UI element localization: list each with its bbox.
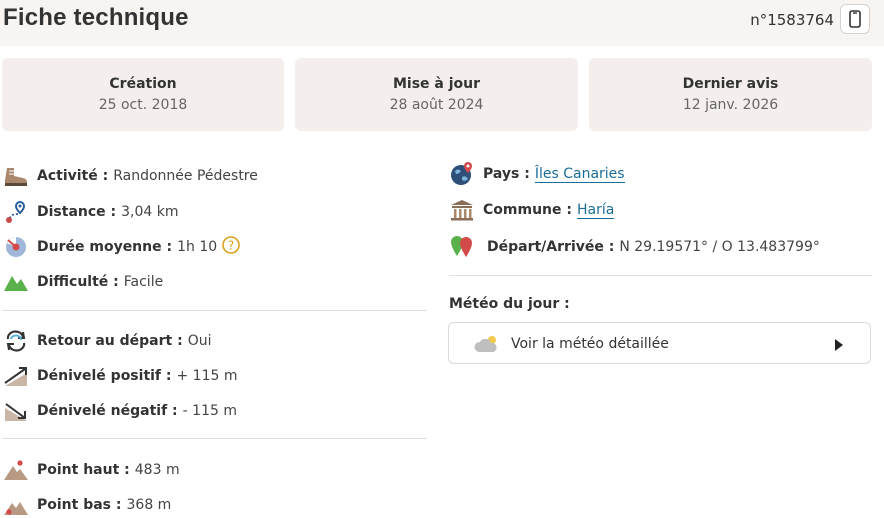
hiking-boot-icon — [3, 163, 29, 189]
send-to-phone-button[interactable] — [840, 4, 870, 34]
card-last-review-label: Dernier avis — [682, 76, 779, 92]
info-activite: Activité : Randonnée Pédestre — [3, 163, 258, 189]
play-icon — [834, 337, 844, 356]
card-creation-value: 25 oct. 2018 — [98, 97, 188, 113]
denivele-positif-value: + 115 m — [176, 368, 238, 384]
peak-high-icon — [3, 457, 29, 483]
divider-left-1 — [2, 310, 427, 311]
retour-label: Retour au départ : — [37, 333, 183, 349]
difficulte-label: Difficulté : — [37, 274, 119, 290]
difficulte-value: Facile — [123, 274, 164, 290]
page-header: Fiche technique n°1583764 — [0, 0, 884, 46]
info-denivele-negatif: Dénivelé négatif : - 115 m — [3, 398, 237, 424]
info-retour: Retour au départ : Oui — [3, 328, 211, 354]
meteo-title: Météo du jour : — [449, 296, 570, 312]
start-end-pins-icon — [449, 234, 475, 260]
town-hall-icon — [449, 197, 475, 223]
retour-value: Oui — [187, 333, 212, 349]
timer-icon — [3, 234, 29, 260]
svg-text:?: ? — [228, 239, 234, 253]
commune-label: Commune : — [483, 202, 572, 218]
duree-value: 1h 10 — [177, 239, 218, 255]
info-difficulte: Difficulté : Facile — [3, 269, 163, 295]
point-bas-value: 368 m — [126, 497, 172, 513]
denivele-negatif-value: - 115 m — [182, 403, 237, 419]
meteo-detail-button[interactable]: Voir la météo détaillée — [448, 322, 871, 364]
info-duree: Durée moyenne : 1h 10 ? — [3, 234, 240, 260]
divider-right — [449, 275, 872, 276]
point-haut-label: Point haut : — [37, 462, 130, 478]
denivele-negatif-label: Dénivelé négatif : — [37, 403, 178, 419]
point-haut-value: 483 m — [134, 462, 180, 478]
distance-value: 3,04 km — [121, 204, 179, 220]
pays-label: Pays : — [483, 166, 530, 182]
denivele-positif-label: Dénivelé positif : — [37, 368, 172, 384]
card-last-review-value: 12 janv. 2026 — [682, 97, 779, 113]
globe-pin-icon — [449, 161, 475, 187]
question-circle-icon[interactable]: ? — [222, 236, 240, 258]
descent-icon — [3, 398, 29, 424]
info-denivele-positif: Dénivelé positif : + 115 m — [3, 363, 238, 389]
card-creation: Création 25 oct. 2018 — [2, 58, 284, 131]
info-point-bas: Point bas : 368 m — [3, 492, 171, 518]
info-point-haut: Point haut : 483 m — [3, 457, 180, 483]
pays-link[interactable]: Îles Canaries — [534, 166, 625, 183]
page-title: Fiche technique — [3, 4, 189, 31]
point-bas-label: Point bas : — [37, 497, 122, 513]
card-dernier-avis: Dernier avis 12 janv. 2026 — [589, 58, 872, 131]
activite-value: Randonnée Pédestre — [113, 168, 258, 184]
card-creation-label: Création — [109, 76, 177, 92]
loop-arrows-icon — [3, 328, 29, 354]
distance-label: Distance : — [37, 204, 117, 220]
card-update-label: Mise à jour — [392, 76, 481, 92]
info-commune: Commune : Haría — [449, 197, 615, 223]
info-depart-arrivee: Départ/Arrivée : N 29.19571° / O 13.4837… — [449, 234, 820, 260]
info-distance: Distance : 3,04 km — [3, 199, 179, 225]
phone-icon — [849, 10, 861, 28]
activite-label: Activité : — [37, 168, 109, 184]
card-mise-a-jour: Mise à jour 28 août 2024 — [295, 58, 578, 131]
depart-arrivee-label: Départ/Arrivée : — [487, 239, 615, 255]
mountain-green-icon — [3, 269, 29, 295]
cloud-icon — [473, 334, 501, 358]
peak-low-icon — [3, 492, 29, 518]
meteo-button-label: Voir la météo détaillée — [511, 336, 669, 352]
commune-link[interactable]: Haría — [576, 202, 615, 219]
divider-left-2 — [2, 438, 427, 439]
duree-label: Durée moyenne : — [37, 239, 173, 255]
depart-arrivee-value: N 29.19571° / O 13.483799° — [619, 239, 820, 255]
reference-number: n°1583764 — [750, 11, 834, 29]
info-pays: Pays : Îles Canaries — [449, 161, 625, 187]
ascent-icon — [3, 363, 29, 389]
route-pin-icon — [3, 199, 29, 225]
card-update-value: 28 août 2024 — [389, 97, 484, 113]
